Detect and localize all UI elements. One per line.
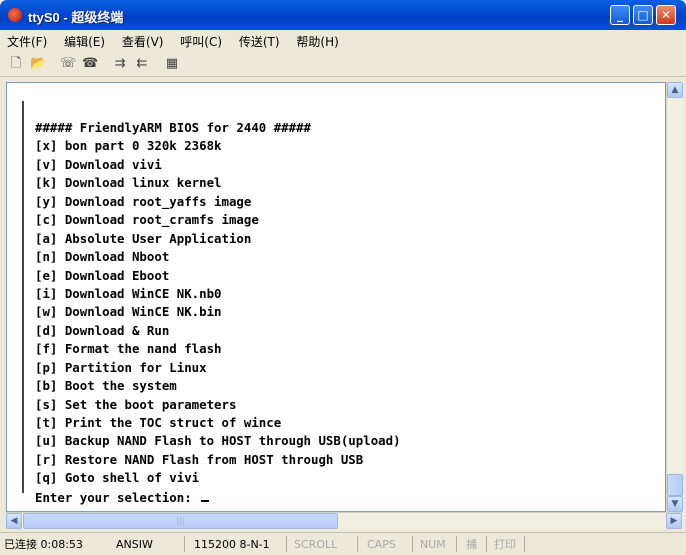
terminal-prompt-line: Enter your selection: — [35, 488, 401, 506]
disconnect-icon[interactable]: ☎ — [82, 56, 98, 72]
menu-transfer[interactable]: 传送(T) — [232, 30, 286, 50]
terminal-line: [r] Restore NAND Flash from HOST through… — [35, 451, 364, 467]
terminal-output: ##### FriendlyARM BIOS for 2440 ##### [x]… — [35, 119, 401, 506]
terminal-line: [i] Download WinCE NK.nb0 — [35, 285, 222, 301]
connect-icon[interactable]: ☏ — [60, 56, 76, 72]
menu-view[interactable]: 查看(V) — [115, 30, 170, 50]
menu-file[interactable]: 文件(F) — [0, 30, 53, 50]
scroll-down-icon[interactable]: ▼ — [667, 496, 683, 512]
status-divider — [412, 536, 413, 552]
status-divider — [524, 536, 525, 552]
close-button[interactable]: ✕ — [656, 5, 676, 25]
terminal-line: [e] Download Eboot — [35, 267, 170, 283]
status-divider — [486, 536, 487, 552]
text-cursor — [201, 488, 210, 502]
terminal-line: ##### FriendlyARM BIOS for 2440 ##### — [35, 120, 312, 135]
terminal-line: [n] Download Nboot — [35, 249, 170, 265]
vertical-scrollbar[interactable]: ▲ ▼ — [666, 82, 683, 512]
scroll-left-icon[interactable]: ◀ — [6, 513, 22, 529]
window-title: ttyS0 - 超级终端 — [28, 10, 124, 25]
terminal-line: [q] Goto shell of vivi — [35, 470, 200, 486]
status-scroll: SCROLL — [294, 538, 338, 551]
new-file-icon[interactable]: 🗋 — [8, 56, 24, 72]
terminal-line: [y] Download root_yaffs image — [35, 193, 252, 209]
terminal-line: [d] Download & Run — [35, 322, 170, 338]
terminal-line: [s] Set the boot parameters — [35, 396, 237, 412]
status-print: 打印 — [494, 538, 516, 551]
terminal-screen[interactable]: ##### FriendlyARM BIOS for 2440 ##### [x]… — [6, 82, 666, 512]
terminal-line: [w] Download WinCE NK.bin — [35, 304, 222, 320]
receive-icon[interactable]: ⇇ — [134, 56, 150, 72]
toolbar: 🗋 📂 ☏ ☎ ⇉ ⇇ ▦ — [0, 52, 686, 77]
send-icon[interactable]: ⇉ — [112, 56, 128, 72]
terminal-line: [c] Download root_cramfs image — [35, 212, 259, 228]
maximize-button[interactable]: □ — [633, 5, 653, 25]
status-divider — [357, 536, 358, 552]
status-divider — [456, 536, 457, 552]
terminal-line: [k] Download linux kernel — [35, 175, 222, 191]
menu-call[interactable]: 呼叫(C) — [173, 30, 228, 50]
terminal-line: [t] Print the TOC struct of wince — [35, 415, 282, 430]
terminal-line: [a] Absolute User Application — [35, 230, 252, 246]
scroll-right-icon[interactable]: ▶ — [666, 513, 682, 529]
status-capture: 捕 — [466, 538, 477, 551]
menu-edit[interactable]: 编辑(E) — [57, 30, 111, 50]
terminal-line: [f] Format the nand flash — [35, 341, 222, 357]
minimize-button[interactable]: _ — [610, 5, 630, 25]
terminal-margin-bar — [22, 101, 24, 493]
status-connection: 已连接 0:08:53 — [4, 538, 83, 551]
title-bar[interactable]: ttyS0 - 超级终端 _ □ ✕ — [0, 0, 686, 30]
status-bar: 已连接 0:08:53 ANSIW 115200 8-N-1 SCROLL CA… — [0, 532, 686, 555]
status-port-settings: 115200 8-N-1 — [194, 538, 270, 551]
status-divider — [286, 536, 287, 552]
terminal-line: [b] Boot the system — [35, 378, 177, 394]
menu-bar: 文件(F) 编辑(E) 查看(V) 呼叫(C) 传送(T) 帮助(H) — [0, 30, 686, 52]
terminal-line: [v] Download vivi — [35, 156, 162, 172]
status-num: NUM — [420, 538, 446, 551]
scroll-up-icon[interactable]: ▲ — [667, 82, 683, 98]
terminal-line: [x] bon part 0 320k 2368k — [35, 138, 222, 154]
terminal-prompt: Enter your selection: — [35, 489, 200, 505]
terminal-line: [u] Backup NAND Flash to HOST through US… — [35, 433, 401, 449]
hyperterminal-app-icon[interactable] — [8, 8, 22, 22]
status-caps: CAPS — [367, 538, 396, 551]
open-folder-icon[interactable]: 📂 — [30, 56, 46, 72]
status-emulation: ANSIW — [116, 538, 153, 551]
status-divider — [184, 536, 185, 552]
properties-icon[interactable]: ▦ — [164, 56, 180, 72]
horizontal-scroll-thumb[interactable]: ||| — [23, 513, 338, 529]
menu-help[interactable]: 帮助(H) — [289, 30, 344, 50]
terminal-line: [p] Partition for Linux — [35, 359, 207, 375]
horizontal-scrollbar[interactable]: ◀ ||| ▶ — [6, 512, 683, 529]
vertical-scroll-thumb[interactable] — [667, 474, 683, 496]
